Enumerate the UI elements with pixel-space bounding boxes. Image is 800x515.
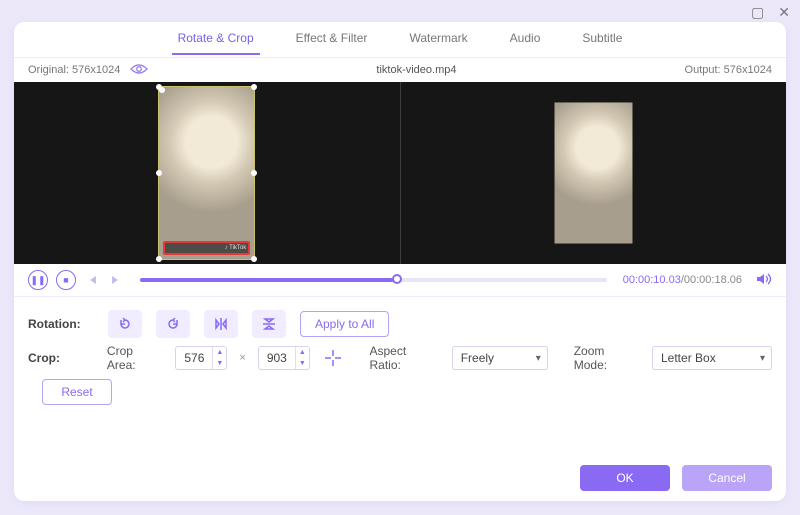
source-pane[interactable]: ♪ TikTok bbox=[14, 82, 400, 264]
current-time: 00:00:10.03 bbox=[623, 274, 681, 286]
tiktok-watermark-region: ♪ TikTok bbox=[163, 241, 250, 255]
crop-frame[interactable]: ♪ TikTok bbox=[159, 87, 254, 259]
zoom-mode-label: Zoom Mode: bbox=[574, 344, 640, 372]
titlebar: ▢ ✕ bbox=[0, 0, 800, 24]
crop-height-input[interactable]: ▲▼ bbox=[258, 346, 310, 370]
preview-toggle-icon[interactable] bbox=[130, 62, 148, 78]
crop-width-field[interactable] bbox=[176, 351, 212, 365]
pause-button[interactable]: ❚❚ bbox=[28, 270, 48, 290]
zoom-mode-select[interactable]: Letter Box bbox=[652, 346, 772, 370]
crop-label: Crop: bbox=[28, 351, 95, 365]
crop-height-field[interactable] bbox=[259, 351, 295, 365]
rotate-left-button[interactable] bbox=[108, 310, 142, 338]
seek-slider[interactable] bbox=[140, 278, 607, 282]
times-glyph: × bbox=[239, 352, 245, 364]
tab-watermark[interactable]: Watermark bbox=[403, 23, 473, 55]
cancel-button[interactable]: Cancel bbox=[682, 465, 772, 491]
crop-area-label: Crop Area: bbox=[107, 344, 163, 372]
minimize-icon[interactable]: ▢ bbox=[751, 5, 764, 19]
tab-effect-filter[interactable]: Effect & Filter bbox=[290, 23, 374, 55]
tab-bar: Rotate & Crop Effect & Filter Watermark … bbox=[14, 22, 786, 58]
stop-button[interactable]: ■ bbox=[56, 270, 76, 290]
footer-buttons: OK Cancel bbox=[580, 465, 772, 491]
filename-label: tiktok-video.mp4 bbox=[148, 64, 684, 76]
center-crop-button[interactable] bbox=[322, 347, 344, 369]
total-time: /00:00:18.06 bbox=[681, 274, 742, 286]
reset-button[interactable]: Reset bbox=[42, 379, 112, 405]
tab-subtitle[interactable]: Subtitle bbox=[576, 23, 628, 55]
rotate-right-button[interactable] bbox=[156, 310, 190, 338]
crop-row: Crop: Crop Area: ▲▼ × ▲▼ Aspect Ratio: F… bbox=[28, 341, 772, 375]
tab-rotate-crop[interactable]: Rotate & Crop bbox=[172, 23, 260, 55]
flip-horizontal-button[interactable] bbox=[204, 310, 238, 338]
volume-icon[interactable] bbox=[756, 272, 772, 289]
prev-frame-button[interactable] bbox=[84, 270, 100, 290]
preview-area: ♪ TikTok bbox=[14, 82, 786, 264]
timecode: 00:00:10.03/00:00:18.06 bbox=[623, 274, 742, 286]
rotation-label: Rotation: bbox=[28, 317, 96, 331]
height-down[interactable]: ▼ bbox=[296, 358, 309, 369]
crop-width-input[interactable]: ▲▼ bbox=[175, 346, 227, 370]
height-up[interactable]: ▲ bbox=[296, 347, 309, 358]
playback-controls: ❚❚ ■ 00:00:10.03/00:00:18.06 bbox=[14, 264, 786, 296]
editor-panel: Rotate & Crop Effect & Filter Watermark … bbox=[14, 22, 786, 501]
aspect-ratio-label: Aspect Ratio: bbox=[369, 344, 439, 372]
output-dimensions-label: Output: 576x1024 bbox=[685, 64, 772, 76]
aspect-ratio-select[interactable]: Freely bbox=[452, 346, 548, 370]
tab-audio[interactable]: Audio bbox=[504, 23, 547, 55]
width-down[interactable]: ▼ bbox=[213, 358, 226, 369]
preview-header: Original: 576x1024 tiktok-video.mp4 Outp… bbox=[14, 58, 786, 82]
rotation-row: Rotation: Apply to All bbox=[28, 307, 772, 341]
ok-button[interactable]: OK bbox=[580, 465, 670, 491]
output-frame bbox=[554, 102, 632, 243]
flip-vertical-button[interactable] bbox=[252, 310, 286, 338]
apply-to-all-button[interactable]: Apply to All bbox=[300, 311, 389, 337]
next-frame-button[interactable] bbox=[108, 270, 124, 290]
width-up[interactable]: ▲ bbox=[213, 347, 226, 358]
reset-row: Reset bbox=[28, 379, 772, 405]
output-pane bbox=[401, 82, 787, 264]
controls-section: Rotation: Apply to All Crop: Crop Area: … bbox=[14, 296, 786, 405]
original-dimensions-label: Original: 576x1024 bbox=[28, 64, 120, 76]
close-icon[interactable]: ✕ bbox=[778, 5, 790, 19]
seek-knob[interactable] bbox=[392, 274, 402, 284]
